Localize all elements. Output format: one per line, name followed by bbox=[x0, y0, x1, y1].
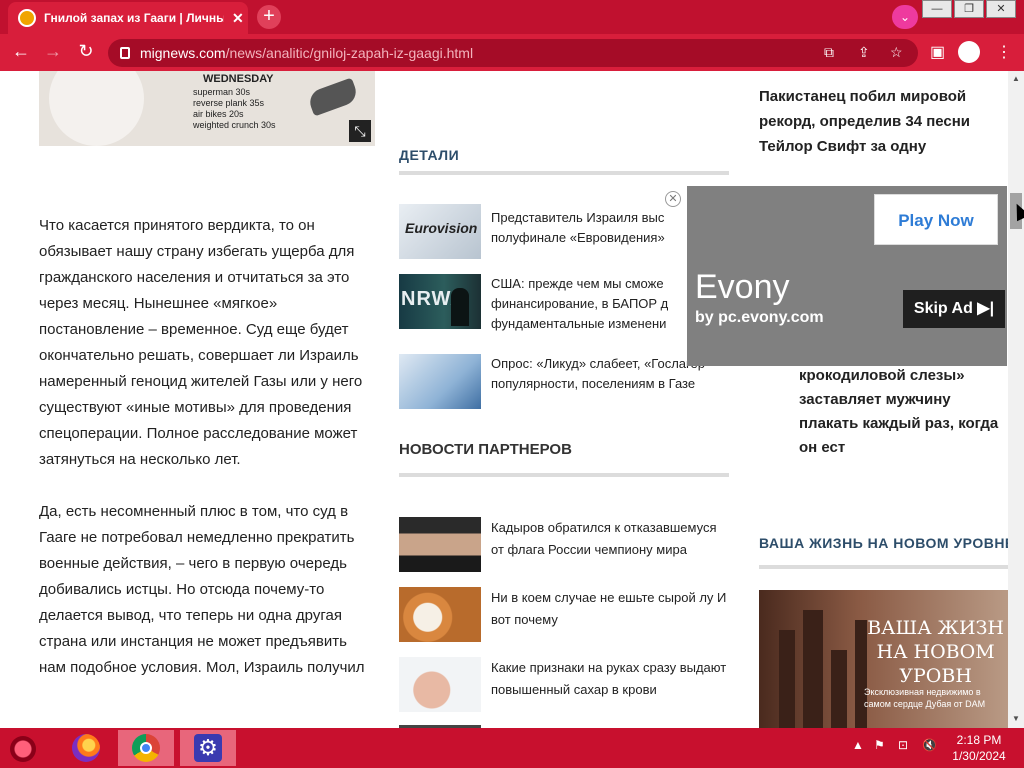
play-now-button[interactable]: Play Now bbox=[874, 194, 998, 245]
translate-icon[interactable]: ⧉ bbox=[824, 44, 834, 61]
person-figure bbox=[49, 71, 144, 146]
details-item[interactable]: Eurovision Представитель Израиля выс пол… bbox=[399, 204, 729, 260]
sidebar-section-heading: ВАША ЖИЗНЬ НА НОВОМ УРОВНЕ bbox=[759, 535, 1008, 551]
page-scrollbar[interactable]: ▲ ▼ bbox=[1008, 71, 1024, 728]
video-ad-overlay[interactable]: ✕ Play Now Evony by pc.evony.com Skip Ad… bbox=[665, 186, 1007, 366]
exercise-figure bbox=[306, 77, 360, 117]
firefox-icon bbox=[72, 734, 100, 762]
profile-icon[interactable] bbox=[958, 41, 980, 63]
partner-headline[interactable]: Ни в коем случае не ешьте сырой лу И вот… bbox=[491, 587, 729, 631]
ad-byline: by pc.evony.com bbox=[695, 309, 824, 326]
clock-date: 1/30/2024 bbox=[952, 749, 1006, 763]
partner-item[interactable]: Ни в коем случае не ешьте сырой лу И вот… bbox=[399, 587, 729, 643]
partners-divider bbox=[399, 473, 729, 477]
sidebar-headline[interactable]: Пакистанец побил мировой рекорд, определ… bbox=[759, 84, 1008, 159]
promo-banner[interactable]: ВАША ЖИЗН НА НОВОМ УРОВН Эксклюзивная не… bbox=[759, 590, 1008, 728]
news-thumbnail: NRWA bbox=[399, 274, 481, 329]
news-thumbnail bbox=[399, 354, 481, 409]
forward-icon[interactable]: → bbox=[42, 41, 64, 62]
site-favicon-icon bbox=[18, 9, 36, 27]
tab-close-icon[interactable]: ✕ bbox=[232, 10, 244, 27]
web-page: WEDNESDAY superman 30s reverse plank 35s… bbox=[0, 71, 1008, 728]
network-icon[interactable]: ⊡ bbox=[898, 738, 908, 752]
workout-image[interactable]: WEDNESDAY superman 30s reverse plank 35s… bbox=[39, 71, 375, 146]
volume-muted-icon[interactable]: 🔇 bbox=[922, 738, 937, 752]
window-controls: — ❐ ✕ bbox=[920, 0, 1016, 18]
details-item[interactable]: Опрос: «Ликуд» слабеет, «Гослагер популя… bbox=[399, 354, 729, 410]
workout-exercises: superman 30s reverse plank 35s air bikes… bbox=[193, 87, 276, 130]
workout-day: WEDNESDAY bbox=[203, 73, 274, 85]
taskbar: ⚙ ▲ ⚑ ⊡ 🔇 2:18 PM 1/30/2024 bbox=[0, 728, 1024, 768]
skip-ad-button[interactable]: Skip Ad ▶| bbox=[903, 290, 1005, 328]
sidebar-divider bbox=[759, 565, 1008, 569]
scroll-down-icon[interactable]: ▼ bbox=[1008, 714, 1024, 723]
news-thumbnail: Eurovision bbox=[399, 204, 481, 259]
share-icon[interactable]: ⇪ bbox=[858, 44, 870, 61]
lock-icon[interactable] bbox=[120, 47, 130, 59]
details-heading: ДЕТАЛИ bbox=[399, 147, 460, 163]
system-clock[interactable]: 2:18 PM 1/30/2024 bbox=[946, 732, 1012, 764]
start-orb-icon bbox=[10, 736, 36, 762]
news-thumbnail bbox=[399, 587, 481, 642]
article-paragraph: Да, есть несомненный плюс в том, что суд… bbox=[39, 503, 365, 676]
menu-icon[interactable]: ⋮ bbox=[996, 42, 1012, 62]
firefox-taskbar-button[interactable] bbox=[58, 730, 114, 766]
tab-search-chevron-icon[interactable]: ⌄ bbox=[892, 5, 918, 29]
article-paragraph: Что касается принятого вердикта, то он о… bbox=[39, 217, 363, 468]
tab-title: Гнилой запах из Гааги | Личный bbox=[44, 11, 224, 25]
flag-icon[interactable]: ⚑ bbox=[874, 738, 885, 752]
partner-headline[interactable]: Кадыров обратился к отказавшемуся от фла… bbox=[491, 517, 729, 561]
partners-heading: НОВОСТИ ПАРТНЕРОВ bbox=[399, 441, 572, 458]
news-thumbnail bbox=[399, 517, 481, 572]
details-item[interactable]: NRWA США: прежде чем мы сможе финансиров… bbox=[399, 274, 729, 331]
clock-time: 2:18 PM bbox=[956, 733, 1002, 747]
reload-icon[interactable]: ↻ bbox=[75, 41, 97, 62]
address-bar[interactable]: mignews.com/news/analitic/gniloj-zapah-i… bbox=[108, 39, 918, 67]
browser-titlebar: Гнилой запах из Гааги | Личный ✕ + ⌄ — ❐… bbox=[0, 0, 1024, 34]
chrome-taskbar-button[interactable] bbox=[118, 730, 174, 766]
details-divider bbox=[399, 171, 729, 175]
start-button[interactable] bbox=[6, 732, 42, 764]
settings-icon: ⚙ bbox=[194, 734, 222, 762]
promo-heading: ВАША ЖИЗН НА НОВОМ УРОВН bbox=[867, 617, 1004, 687]
url-path: /news/analitic/gniloj-zapah-iz-gaagi.htm… bbox=[225, 45, 474, 61]
new-tab-button[interactable]: + bbox=[257, 5, 281, 29]
partner-item[interactable]: Кадыров обратился к отказавшемуся от фла… bbox=[399, 517, 729, 573]
news-thumbnail bbox=[399, 657, 481, 712]
window-minimize-button[interactable]: — bbox=[922, 0, 952, 18]
partner-item[interactable]: Какие признаки на руках сразу выдают пов… bbox=[399, 657, 729, 713]
scroll-up-icon[interactable]: ▲ bbox=[1008, 74, 1024, 83]
browser-tab[interactable]: Гнилой запах из Гааги | Личный ✕ bbox=[8, 2, 248, 34]
browser-toolbar: ← → ↻ mignews.com/news/analitic/gniloj-z… bbox=[0, 34, 1024, 71]
tray-expand-icon[interactable]: ▲ bbox=[852, 738, 864, 752]
promo-subtitle: Эксклюзивная недвижимо в самом сердце Ду… bbox=[864, 687, 986, 709]
bookmark-star-icon[interactable]: ☆ bbox=[890, 44, 903, 61]
url-host: mignews.com bbox=[140, 45, 226, 61]
back-icon[interactable]: ← bbox=[10, 41, 32, 62]
sidebar-headline[interactable]: крокодиловой слезы» заставляет мужчину п… bbox=[799, 364, 1008, 460]
side-panel-icon[interactable]: ▣ bbox=[930, 42, 945, 62]
expand-icon[interactable]: ⤡ bbox=[349, 120, 371, 142]
article-body: Что касается принятого вердикта, то он о… bbox=[39, 213, 369, 707]
ad-close-icon[interactable]: ✕ bbox=[665, 191, 681, 207]
window-restore-button[interactable]: ❐ bbox=[954, 0, 984, 18]
window-close-button[interactable]: ✕ bbox=[986, 0, 1016, 18]
chrome-icon bbox=[132, 734, 160, 762]
settings-taskbar-button[interactable]: ⚙ bbox=[180, 730, 236, 766]
ad-brand: Evony bbox=[695, 268, 790, 306]
partner-headline[interactable]: Какие признаки на руках сразу выдают пов… bbox=[491, 657, 729, 701]
